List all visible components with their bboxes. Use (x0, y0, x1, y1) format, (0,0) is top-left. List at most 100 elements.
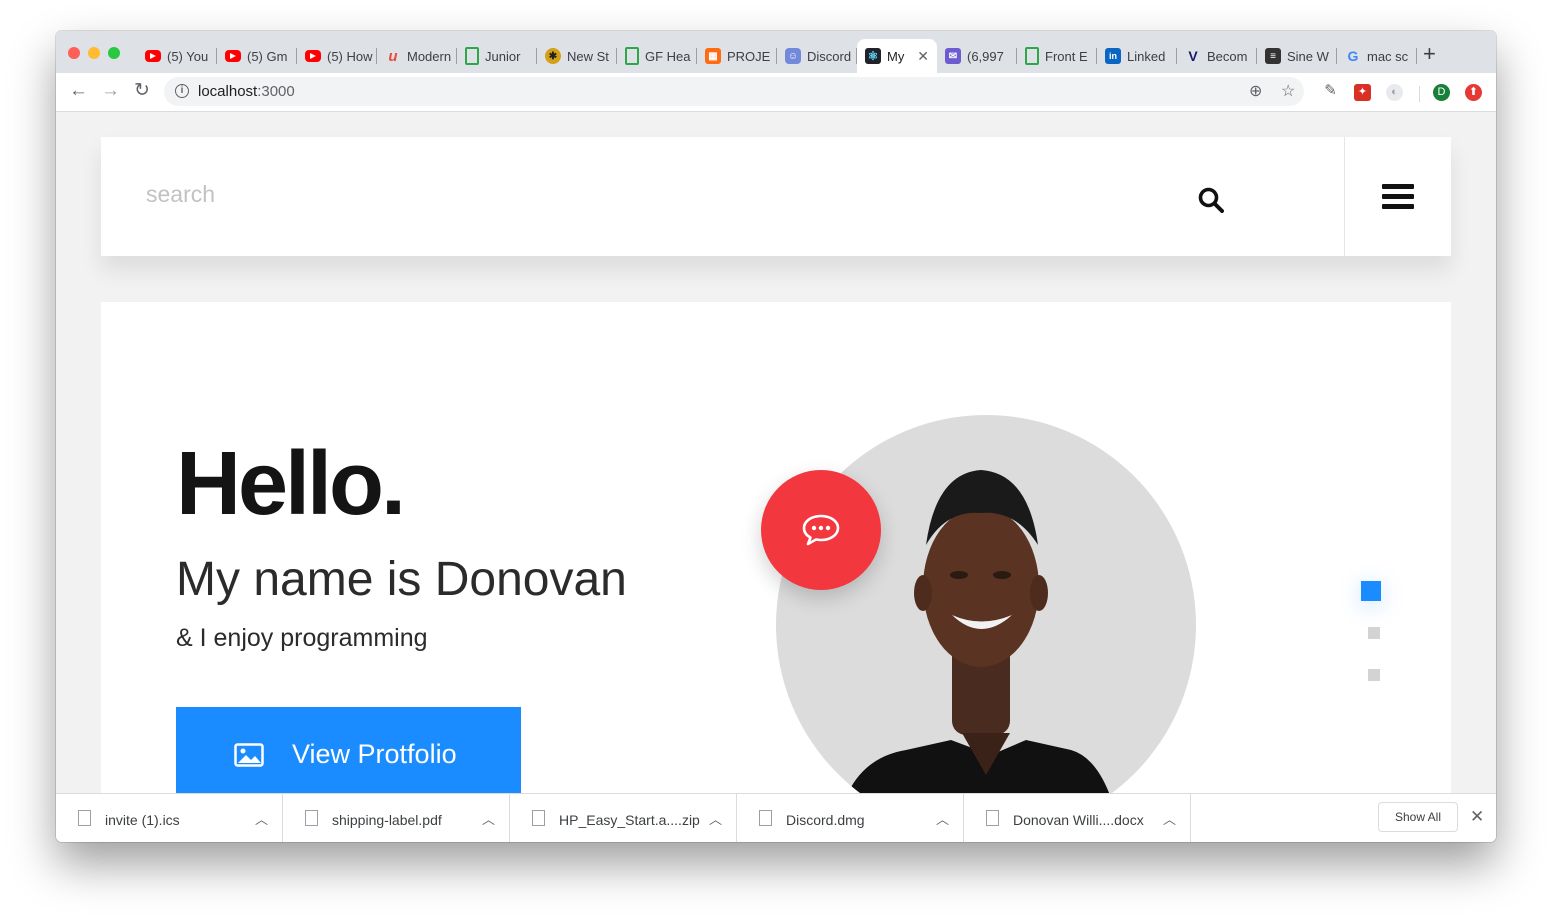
new-tab-button[interactable]: + (1423, 43, 1436, 65)
project-icon: ▦ (705, 48, 721, 64)
search-icon[interactable] (1198, 187, 1224, 213)
reload-icon[interactable]: ↻ (134, 80, 150, 102)
hero-heading: Hello. (176, 434, 406, 534)
tab-my-portfolio[interactable]: ⚛ My ✕ (857, 39, 937, 73)
red-extension-icon[interactable]: ✦ (1354, 84, 1371, 101)
close-icon[interactable]: ✕ (1470, 807, 1484, 827)
grey-extension-icon[interactable]: ◐ (1386, 84, 1403, 101)
update-icon[interactable]: ⬆ (1465, 84, 1482, 101)
chevron-up-icon[interactable]: ︿ (936, 809, 949, 828)
search-bar: search (101, 137, 1451, 256)
greenhouse-icon (465, 47, 479, 65)
youtube-icon (145, 50, 161, 62)
youtube-icon (305, 50, 321, 62)
file-icon (305, 810, 318, 826)
youtube-icon (225, 50, 241, 62)
tab-general-assembly[interactable]: ✱ New St (537, 39, 617, 73)
close-window-button[interactable] (68, 47, 80, 59)
tab-title: Discord (807, 48, 852, 64)
page-viewport: search Hello. My name is Donovan & I enj… (56, 112, 1496, 793)
download-item[interactable]: invite (1).ics ︿ (56, 794, 283, 842)
chevron-up-icon[interactable]: ︿ (255, 809, 268, 828)
image-icon (234, 742, 264, 767)
address-bar[interactable]: i localhost:3000 ⊕ ☆ (164, 77, 1304, 106)
tab-greenhouse-3[interactable]: Front E (1017, 39, 1097, 73)
file-icon (986, 810, 999, 826)
url-port: :3000 (257, 83, 295, 100)
site-info-icon[interactable]: i (175, 84, 189, 98)
tab-google[interactable]: Gmac sc (1337, 39, 1417, 73)
tab-title: New St (567, 48, 609, 64)
tab-list: (5) You (5) Gm (5) How u Modern Junior ✱ N… (137, 39, 1417, 73)
menu-button[interactable] (1345, 137, 1451, 256)
show-all-button[interactable]: Show All (1378, 802, 1458, 832)
download-shelf: invite (1).ics ︿ shipping-label.pdf ︿ HP… (56, 793, 1496, 842)
tab-title: Linked (1127, 48, 1166, 64)
download-filename: Donovan Willi....docx (1013, 812, 1144, 828)
react-icon: ⚛ (865, 48, 881, 64)
chevron-up-icon[interactable]: ︿ (709, 809, 722, 828)
greenhouse-icon (625, 47, 639, 65)
back-arrow-icon[interactable]: ← (69, 80, 88, 102)
zoom-icon[interactable]: ⊕ (1249, 81, 1262, 101)
chevron-up-icon[interactable]: ︿ (482, 809, 495, 828)
tab-linkedin[interactable]: in Linked (1097, 39, 1177, 73)
profile-avatar[interactable]: D (1433, 84, 1450, 101)
tab-project[interactable]: ▦ PROJE (697, 39, 777, 73)
view-portfolio-button[interactable]: View Protfolio (176, 707, 521, 793)
tab-youtube-2[interactable]: (5) Gm (217, 39, 297, 73)
tab-title: (5) You (167, 48, 209, 64)
download-item[interactable]: shipping-label.pdf ︿ (283, 794, 510, 842)
tab-become[interactable]: V Becom (1177, 39, 1257, 73)
download-item[interactable]: HP_Easy_Start.a....zip ︿ (510, 794, 737, 842)
file-icon (532, 810, 545, 826)
tab-title: PROJE (727, 48, 771, 64)
tab-youtube-3[interactable]: (5) How (297, 39, 377, 73)
hero-name: My name is Donovan (176, 553, 627, 606)
tab-greenhouse-2[interactable]: GF Hea (617, 39, 697, 73)
hero-tagline: & I enjoy programming (176, 624, 428, 652)
tab-sine[interactable]: ≡ Sine W (1257, 39, 1337, 73)
tab-udemy[interactable]: u Modern (377, 39, 457, 73)
slide-dot-1[interactable] (1361, 581, 1381, 601)
mail-icon: ✉ (945, 48, 961, 64)
tab-title: (5) How (327, 48, 373, 64)
slide-dot-2[interactable] (1368, 627, 1380, 639)
hamburger-menu-icon (1382, 184, 1414, 210)
tab-title: Sine W (1287, 48, 1329, 64)
browser-window: (5) You (5) Gm (5) How u Modern Junior ✱ N… (56, 31, 1496, 842)
browser-toolbar: ← → ↻ i localhost:3000 ⊕ ☆ ✎ ✦ ◐ D ⬆ (56, 73, 1496, 112)
search-input[interactable]: search (146, 181, 215, 208)
tab-title: Junior (485, 48, 521, 64)
tab-youtube-1[interactable]: (5) You (137, 39, 217, 73)
download-item[interactable]: Donovan Willi....docx ︿ (964, 794, 1191, 842)
greenhouse-icon (1025, 47, 1039, 65)
udemy-icon: u (388, 47, 398, 65)
profile-photo (776, 415, 1196, 793)
chat-bubble-icon (802, 514, 840, 546)
url-host: localhost (198, 83, 258, 100)
tab-mail[interactable]: ✉ (6,997 (937, 39, 1017, 73)
document-icon: ≡ (1265, 48, 1281, 64)
url-text[interactable]: localhost:3000 (198, 83, 295, 100)
tab-title: My (887, 48, 905, 64)
zoom-window-button[interactable] (108, 47, 120, 59)
file-icon (759, 810, 772, 826)
slide-dot-3[interactable] (1368, 669, 1380, 681)
tab-discord[interactable]: ☺ Discord (777, 39, 857, 73)
hero-section: Hello. My name is Donovan & I enjoy prog… (101, 302, 1451, 793)
chat-button[interactable] (761, 470, 881, 590)
forward-arrow-icon[interactable]: → (101, 80, 120, 102)
close-tab-icon[interactable]: ✕ (917, 48, 929, 65)
chevron-up-icon[interactable]: ︿ (1163, 809, 1176, 828)
file-icon (78, 810, 91, 826)
color-picker-extension-icon[interactable]: ✎ (1322, 82, 1339, 99)
minimize-window-button[interactable] (88, 47, 100, 59)
tab-title: GF Hea (645, 48, 691, 64)
tab-title: Becom (1207, 48, 1248, 64)
download-item[interactable]: Discord.dmg ︿ (737, 794, 964, 842)
general-assembly-icon: ✱ (545, 48, 561, 64)
tab-greenhouse-1[interactable]: Junior (457, 39, 537, 73)
google-icon: G (1347, 48, 1359, 64)
bookmark-star-icon[interactable]: ☆ (1281, 81, 1295, 101)
